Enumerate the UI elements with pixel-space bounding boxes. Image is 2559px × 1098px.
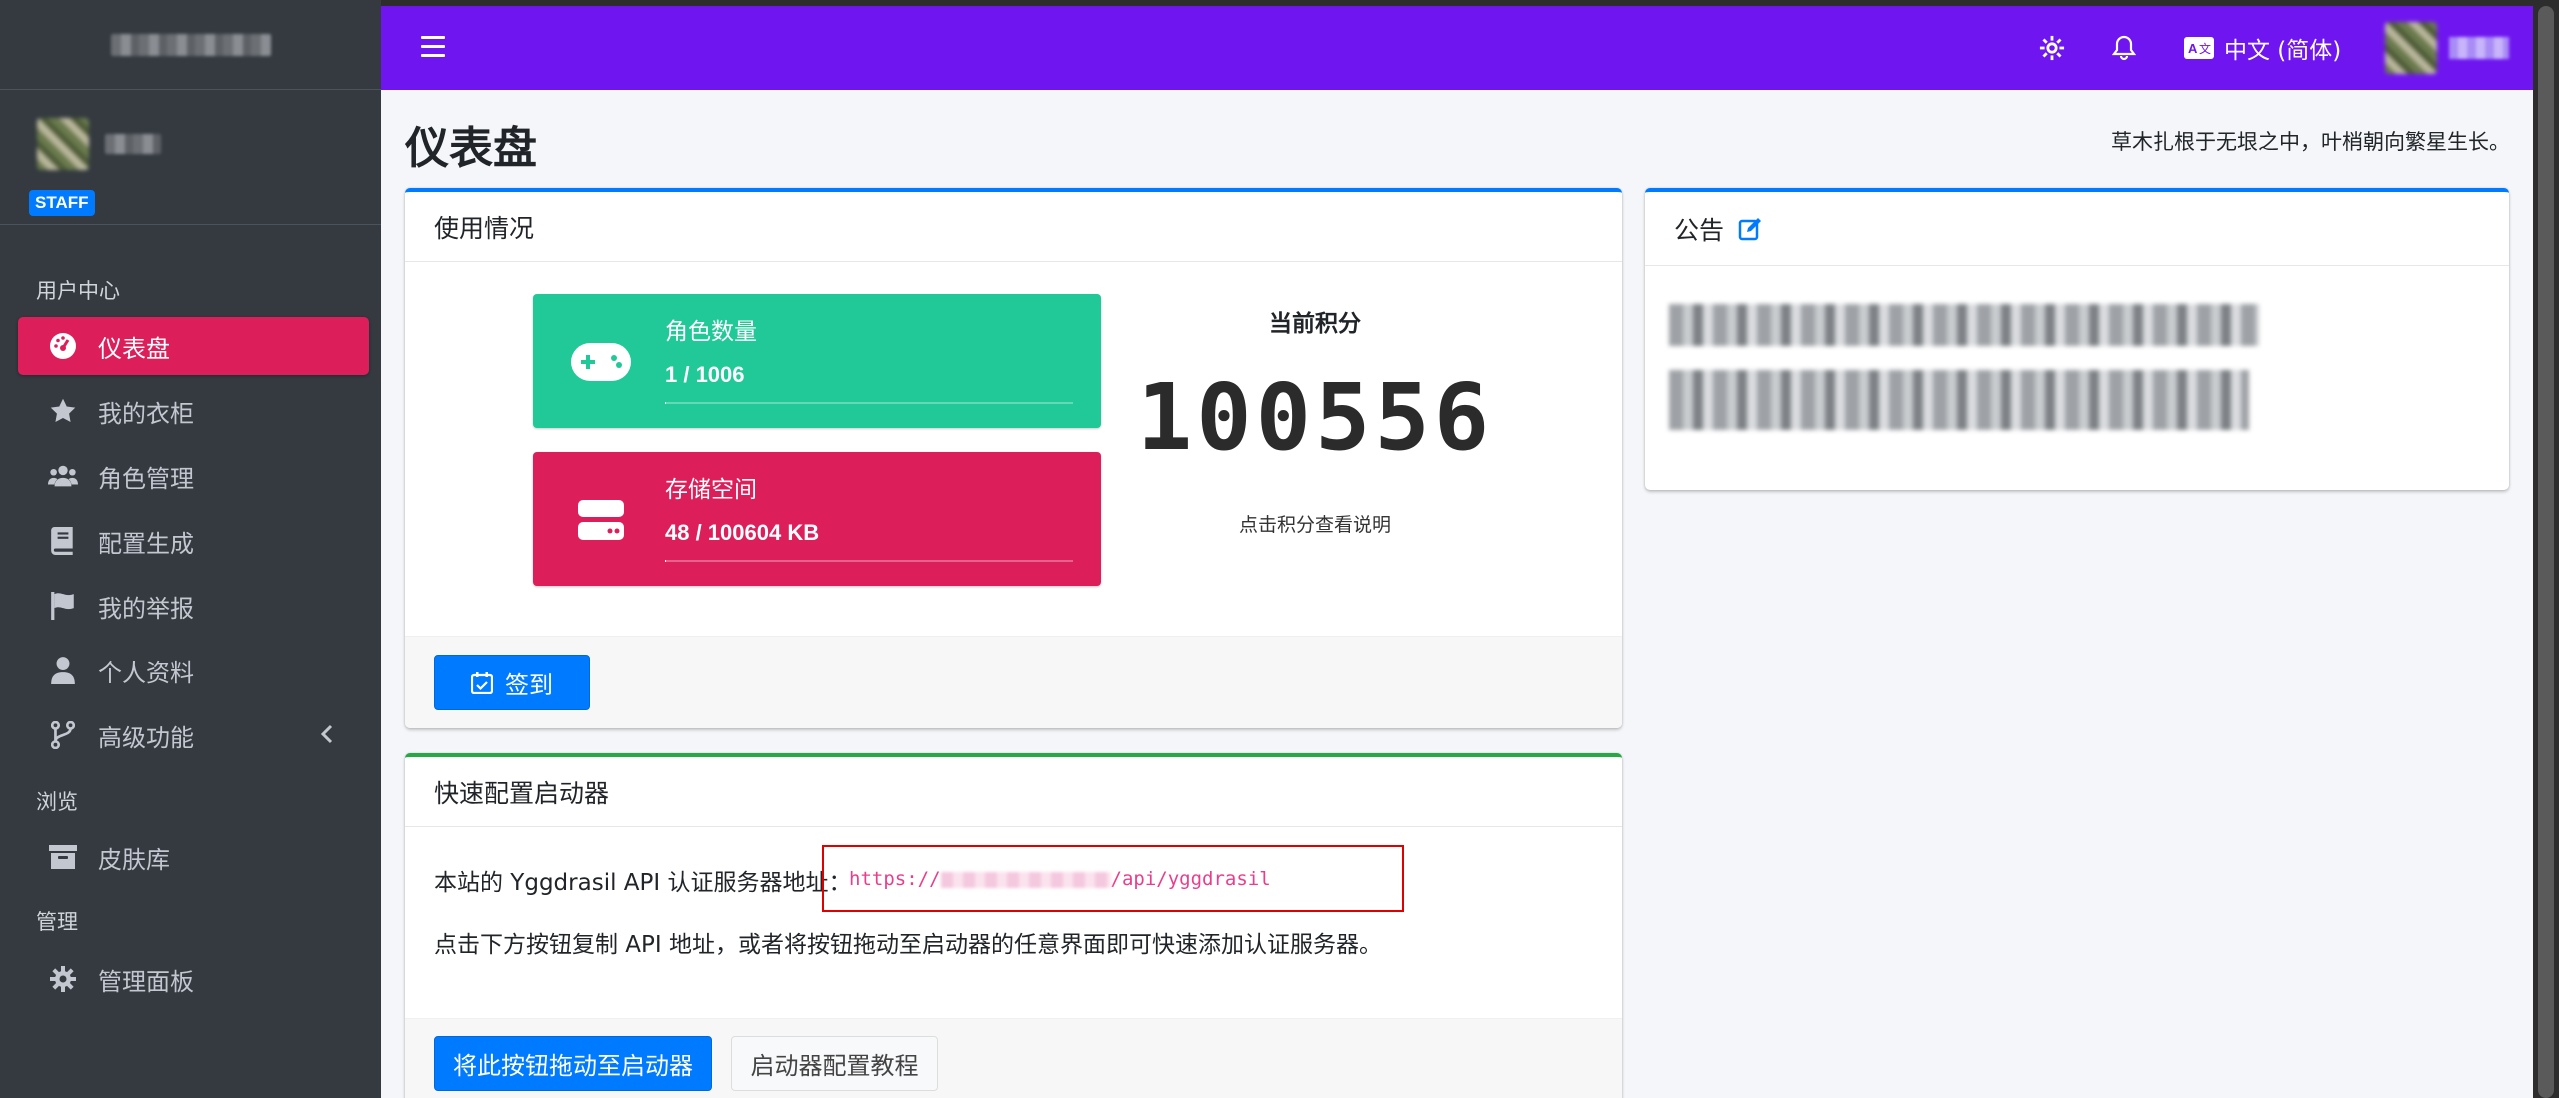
sidebar-item-skinlib[interactable]: 皮肤库 [18, 828, 369, 886]
sidebar-item-label: 我的衣柜 [98, 399, 194, 428]
sidebar-item-players[interactable]: 角色管理 [18, 447, 369, 505]
brand-logo[interactable] [0, 0, 381, 90]
players-progress [665, 402, 1073, 404]
launcher-tutorial-button[interactable]: 启动器配置教程 [731, 1036, 938, 1091]
code-branch-icon [48, 720, 78, 750]
user-avatar[interactable] [37, 118, 89, 170]
storage-label: 存储空间 [665, 477, 757, 503]
sidebar-item-dashboard[interactable]: 仪表盘 [18, 317, 369, 375]
chevron-left-icon[interactable] [317, 723, 339, 745]
users-icon [48, 461, 78, 491]
gamepad-icon [571, 334, 631, 390]
score-value[interactable]: 100556 [1125, 364, 1505, 471]
notifications-button[interactable] [2112, 6, 2136, 90]
quick-config-title: 快速配置启动器 [405, 757, 1622, 827]
page-title: 仪表盘 [405, 123, 537, 174]
flag-icon [48, 591, 78, 621]
bell-icon [2112, 35, 2136, 61]
announcement-content-line-1 [1669, 304, 2259, 346]
sidebar-item-label: 配置生成 [98, 529, 194, 558]
storage-progress [665, 560, 1073, 562]
edit-icon[interactable] [1738, 217, 1762, 241]
navbar-avatar [2385, 22, 2437, 74]
nav-header-user-center: 用户中心 [36, 279, 120, 303]
announcement-content-line-2 [1669, 370, 2249, 430]
sidebar-item-advanced[interactable]: 高级功能 [18, 706, 369, 764]
theme-toggle[interactable] [2039, 6, 2065, 90]
sidebar-item-label: 仪表盘 [98, 334, 170, 363]
user-icon [48, 655, 78, 685]
sidebar-item-label: 我的举报 [98, 594, 194, 623]
staff-badge: STAFF [29, 190, 95, 216]
sidebar-item-wardrobe[interactable]: 我的衣柜 [18, 382, 369, 440]
sun-icon [2039, 35, 2065, 61]
usage-card-footer: 签到 [405, 636, 1622, 728]
api-address-label: 本站的 Yggdrasil API 认证服务器地址： [434, 870, 852, 896]
tachometer-icon [48, 331, 78, 361]
calendar-check-icon [471, 671, 493, 694]
book-icon [48, 526, 78, 556]
archive-icon [48, 842, 78, 872]
players-info-box: 角色数量 1 / 1006 [533, 294, 1101, 428]
usage-card-title: 使用情况 [405, 192, 1622, 262]
drag-to-launcher-button[interactable]: 将此按钮拖动至启动器 [434, 1036, 712, 1091]
user-menu[interactable] [2385, 6, 2509, 90]
hdd-icon [571, 492, 631, 548]
quick-config-footer: 将此按钮拖动至启动器 启动器配置教程 [405, 1018, 1622, 1098]
navbar-user-name [2449, 37, 2509, 59]
nav-header-browse: 浏览 [36, 790, 78, 814]
top-navbar: A文 中文 (简体) [381, 6, 2533, 90]
announcement-card: 公告 [1645, 188, 2509, 490]
svg-text:A: A [2188, 41, 2198, 56]
sign-in-label: 签到 [505, 671, 553, 699]
sidebar-item-config[interactable]: 配置生成 [18, 512, 369, 570]
storage-info-box: 存储空间 48 / 100604 KB [533, 452, 1101, 586]
nav-header-manage: 管理 [36, 910, 78, 934]
sidebar-item-admin[interactable]: 管理面板 [18, 950, 369, 1008]
sidebar-item-label: 个人资料 [98, 658, 194, 687]
gear-icon [48, 964, 78, 994]
svg-text:文: 文 [2199, 41, 2211, 56]
storage-value: 48 / 100604 KB [665, 520, 820, 545]
sidebar-item-label: 高级功能 [98, 723, 194, 752]
language-selector[interactable]: A文 中文 (简体) [2184, 6, 2341, 90]
sidebar-item-reports[interactable]: 我的举报 [18, 577, 369, 635]
score-label: 当前积分 [1269, 311, 1361, 337]
announcement-title: 公告 [1674, 215, 1725, 245]
score-hint[interactable]: 点击积分查看说明 [1155, 510, 1475, 537]
sidebar-item-label: 皮肤库 [98, 845, 170, 874]
sidebar-item-profile[interactable]: 个人资料 [18, 641, 369, 699]
star-icon [48, 396, 78, 426]
language-icon: A文 [2184, 37, 2214, 59]
quick-config-card: 快速配置启动器 本站的 Yggdrasil API 认证服务器地址： https… [405, 753, 1622, 1098]
sidebar-item-label: 角色管理 [98, 464, 194, 493]
usage-card: 使用情况 角色数量 1 / 1006 存储空间 48 / 100604 KB 当… [405, 188, 1622, 728]
sidebar-item-label: 管理面板 [98, 967, 194, 996]
hamburger-menu-icon[interactable] [421, 36, 445, 58]
user-name[interactable] [105, 134, 161, 154]
players-value: 1 / 1006 [665, 362, 745, 387]
quick-config-instructions: 点击下方按钮复制 API 地址，或者将按钮拖动至启动器的任意界面即可快速添加认证… [434, 932, 1383, 958]
scrollbar-thumb[interactable] [2538, 6, 2554, 1098]
highlight-box [822, 845, 1404, 912]
announcement-card-header: 公告 [1645, 192, 2509, 266]
sign-in-button[interactable]: 签到 [434, 655, 590, 710]
language-label: 中文 (简体) [2224, 38, 2342, 64]
site-slogan: 草木扎根于无垠之中，叶梢朝向繁星生长。 [2111, 130, 2510, 154]
players-label: 角色数量 [665, 319, 757, 345]
